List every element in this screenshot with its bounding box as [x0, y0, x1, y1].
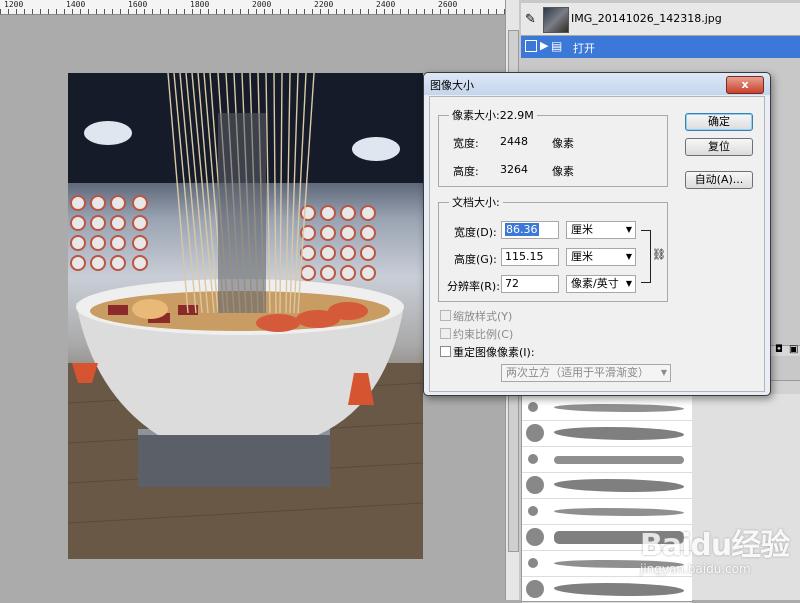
ruler-tick: 1200: [4, 0, 24, 9]
doc-width-label: 宽度(D):: [454, 226, 497, 239]
history-brush-icon[interactable]: ✎: [525, 12, 536, 27]
snapshot-thumbnail: [543, 7, 569, 33]
chevron-down-icon: ▼: [660, 368, 667, 377]
ruler-tick: 2600: [438, 0, 458, 9]
history-step-checkbox[interactable]: [525, 40, 537, 52]
scale-styles-label: 缩放样式(Y): [453, 310, 513, 323]
pixel-height-unit: 像素: [552, 165, 574, 178]
constrain-proportions-label: 约束比例(C): [453, 328, 514, 341]
doc-width-unit-select[interactable]: 厘米 ▼: [566, 221, 636, 239]
brush-tip-icon: [528, 454, 538, 464]
list-item[interactable]: [522, 577, 692, 603]
document-icon: ▤: [551, 39, 563, 53]
constrain-proportions-checkbox[interactable]: [440, 328, 451, 339]
watermark: Baidu经验 jingyan.baidu.com: [640, 520, 790, 576]
resample-checkbox[interactable]: [440, 346, 451, 357]
brush-tip-icon: [526, 476, 544, 494]
watermark-url: jingyan.baidu.com: [640, 562, 751, 576]
chevron-down-icon: ▼: [625, 225, 632, 234]
ruler-tick: 1800: [190, 0, 210, 9]
pixel-height-value: 3264: [500, 163, 528, 176]
brush-tip-icon: [528, 558, 538, 568]
history-step-open[interactable]: ▶ ▤ 打开: [521, 36, 800, 58]
doc-height-input[interactable]: 115.15: [501, 248, 559, 266]
resolution-unit: 像素/英寸: [571, 277, 619, 290]
snapshot-label: IMG_20141026_142318.jpg: [571, 12, 722, 25]
chevron-down-icon: ▼: [625, 252, 632, 261]
constrain-link-bracket: [641, 230, 651, 283]
ruler-tick: 2400: [376, 0, 396, 9]
pixel-width-label: 宽度:: [453, 137, 479, 150]
brush-stroke-preview: [554, 479, 684, 492]
brush-stroke-preview: [554, 404, 684, 412]
resample-label: 重定图像像素(I):: [453, 346, 535, 359]
trash-icon[interactable]: ▣: [789, 344, 798, 355]
horizontal-ruler: 1200 1400 1600 1800 2000 2200 2400 2600: [0, 0, 505, 15]
dialog-title: 图像大小: [430, 79, 474, 92]
resample-method: 两次立方（适用于平滑渐变）: [506, 366, 649, 379]
image-canvas[interactable]: [68, 73, 423, 559]
pixel-width-value: 2448: [500, 135, 528, 148]
watermark-logo: Baidu经验: [640, 528, 790, 563]
list-item[interactable]: [522, 473, 692, 499]
brush-tip-icon: [528, 402, 538, 412]
resolution-input[interactable]: 72: [501, 275, 559, 293]
ok-button[interactable]: 确定: [685, 113, 753, 131]
document-size-title: 文档大小:: [449, 194, 503, 210]
history-step-label: 打开: [573, 42, 595, 55]
auto-button[interactable]: 自动(A)...: [685, 171, 753, 189]
pixel-width-unit: 像素: [552, 137, 574, 150]
brush-stroke-preview: [554, 427, 684, 440]
ruler-tick: 2200: [314, 0, 334, 9]
doc-height-unit-select[interactable]: 厘米 ▼: [566, 248, 636, 266]
chevron-down-icon: ▼: [625, 279, 632, 288]
doc-height-unit: 厘米: [571, 250, 593, 263]
brush-tip-icon: [528, 506, 538, 516]
close-button[interactable]: x: [726, 76, 764, 94]
brush-tip-icon: [526, 528, 544, 546]
doc-width-value: 86.36: [505, 223, 539, 236]
ruler-tick: 1600: [128, 0, 148, 9]
brush-stroke-preview: [554, 583, 684, 596]
list-item[interactable]: [522, 395, 692, 421]
chain-link-icon: ⛓: [652, 248, 666, 261]
ruler-tick: 2000: [252, 0, 272, 9]
resolution-value: 72: [505, 277, 519, 290]
pixel-height-label: 高度:: [453, 165, 479, 178]
list-item[interactable]: [522, 447, 692, 473]
doc-height-value: 115.15: [505, 250, 544, 263]
scale-styles-checkbox[interactable]: [440, 310, 451, 321]
reset-button[interactable]: 复位: [685, 138, 753, 156]
brush-stroke-preview: [554, 456, 684, 464]
resolution-label: 分辨率(R):: [447, 280, 500, 293]
doc-height-label: 高度(G):: [454, 253, 497, 266]
resample-method-select[interactable]: 两次立方（适用于平滑渐变） ▼: [501, 364, 671, 382]
resolution-unit-select[interactable]: 像素/英寸 ▼: [566, 275, 636, 293]
dialog-titlebar[interactable]: 图像大小 x: [424, 73, 770, 95]
doc-width-input[interactable]: 86.36: [501, 221, 559, 239]
ruler-tick: 1400: [66, 0, 86, 9]
brush-stroke-preview: [554, 508, 684, 516]
photo-illustration: [68, 73, 423, 559]
doc-width-unit: 厘米: [571, 223, 593, 236]
pixel-dimensions-title: 像素大小:22.9M: [449, 107, 537, 123]
brush-tip-icon: [526, 580, 544, 598]
list-item[interactable]: [522, 421, 692, 447]
camera-icon[interactable]: ◘: [775, 344, 783, 355]
history-state-arrow-icon: ▶: [540, 39, 549, 52]
brush-tip-icon: [526, 424, 544, 442]
history-snapshot[interactable]: ✎ IMG_20141026_142318.jpg: [521, 3, 800, 36]
